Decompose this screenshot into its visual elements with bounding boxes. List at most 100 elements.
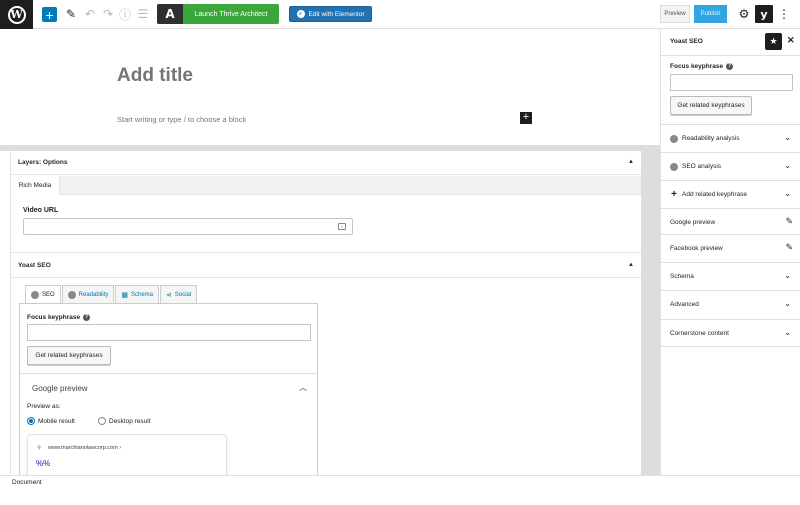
layers-options-title: Layers: Options — [18, 159, 68, 166]
sidebar-item-readability-analysis[interactable]: Readability analysis ⌄ — [661, 124, 800, 152]
radio-unchecked-icon[interactable] — [98, 417, 106, 425]
settings-gear-icon[interactable]: ⚙ — [736, 6, 752, 22]
sidebar-item-label: Facebook preview — [670, 245, 723, 252]
yoast-seo-metabox-header[interactable]: Yoast SEO ▲ — [11, 254, 641, 278]
tab-rich-media[interactable]: Rich Media — [11, 176, 60, 195]
elementor-button-label: Edit with Elementor — [308, 10, 365, 18]
chevron-up-icon[interactable]: ︿ — [299, 382, 307, 393]
scroll-gutter — [641, 151, 660, 475]
metabox-area: Layers: Options ▲ Rich Media Video URL ≡… — [10, 151, 641, 475]
desktop-result-radio[interactable]: Desktop result — [98, 417, 151, 425]
sidebar-focus-keyphrase-text: Focus keyphrase — [670, 63, 724, 71]
sidebar-item-schema[interactable]: Schema ⌄ — [661, 262, 800, 290]
schema-grid-icon: ▦ — [121, 291, 128, 299]
video-url-input[interactable]: ≡ — [23, 218, 353, 235]
outline-list-icon[interactable]: ☰ — [135, 6, 151, 22]
snippet-title: %% — [36, 459, 51, 468]
desktop-result-label: Desktop result — [109, 417, 151, 425]
yoast-tab-bar: SEO Readability ▦ Schema ⋖ Social — [25, 285, 198, 304]
editor-canvas: Add title Start writing or type / to cho… — [0, 29, 654, 145]
info-icon[interactable]: ⓘ — [117, 6, 133, 22]
undo-icon[interactable]: ↶ — [82, 6, 98, 22]
redo-icon[interactable]: ↷ — [100, 6, 116, 22]
block-inserter-button[interactable]: + — [42, 7, 57, 22]
video-url-label: Video URL — [23, 207, 59, 214]
sidebar-item-label: SEO analysis — [682, 163, 722, 170]
chevron-down-icon: ⌄ — [784, 299, 791, 308]
focus-keyphrase-input[interactable] — [27, 324, 311, 341]
sidebar-focus-keyphrase-input[interactable] — [670, 74, 793, 91]
tab-schema-label: Schema — [130, 291, 153, 298]
google-preview-title[interactable]: Google preview — [32, 384, 88, 393]
snippet-url: www.marchianolawcorp.com › — [48, 445, 122, 451]
wordpress-logo-icon[interactable]: W — [0, 0, 33, 29]
yoast-seo-panel: Focus keyphrase? Get related keyphrases … — [19, 303, 318, 475]
tab-seo[interactable]: SEO — [25, 285, 61, 304]
collapse-caret-icon[interactable]: ▲ — [628, 262, 634, 268]
sidebar-get-related-keyphrases-button[interactable]: Get related keyphrases — [670, 96, 752, 115]
sidebar-item-label: Schema — [670, 273, 694, 280]
launch-thrive-architect-button[interactable]: A Launch Thrive Architect — [157, 4, 279, 24]
edit-icon[interactable]: ✎ — [785, 216, 793, 227]
yoast-sidebar: Yoast SEO ★ ✕ Focus keyphrase? Get relat… — [660, 29, 800, 475]
sidebar-item-label: Readability analysis — [682, 135, 740, 142]
block-placeholder[interactable]: Start writing or type / to choose a bloc… — [117, 115, 246, 124]
edit-with-elementor-button[interactable]: e Edit with Elementor — [289, 6, 372, 22]
radio-checked-icon[interactable] — [27, 417, 35, 425]
sidebar-item-label: Add related keyphrase — [682, 191, 748, 198]
preview-button[interactable]: Preview — [660, 5, 690, 23]
readability-score-dot-icon — [670, 134, 678, 143]
help-icon[interactable]: ? — [726, 63, 734, 70]
chevron-down-icon: ⌄ — [784, 133, 791, 142]
sidebar-title: Yoast SEO — [670, 38, 703, 45]
more-options-icon[interactable]: ⋮ — [776, 6, 792, 22]
tab-schema[interactable]: ▦ Schema — [115, 285, 159, 303]
mobile-result-radio[interactable]: Mobile result — [27, 417, 75, 425]
sidebar-item-label: Google preview — [670, 219, 716, 226]
star-pin-icon[interactable]: ★ — [765, 33, 782, 50]
edit-icon[interactable]: ✎ — [785, 242, 793, 253]
mobile-result-label: Mobile result — [38, 417, 75, 425]
sidebar-item-advanced[interactable]: Advanced ⌄ — [661, 290, 800, 318]
breadcrumb-document[interactable]: Document — [12, 479, 42, 486]
tab-social[interactable]: ⋖ Social — [160, 285, 198, 303]
tab-readability[interactable]: Readability — [61, 285, 115, 303]
publish-button[interactable]: Publish — [694, 5, 727, 23]
yoast-sidebar-toggle-icon[interactable]: y — [755, 5, 773, 23]
preview-as-label: Preview as: — [27, 403, 61, 410]
sidebar-item-cornerstone-content[interactable]: Cornerstone content ⌄ — [661, 319, 800, 347]
post-title-input[interactable]: Add title — [117, 65, 193, 87]
close-icon[interactable]: ✕ — [787, 35, 795, 46]
sidebar-item-label: Cornerstone content — [670, 329, 729, 337]
sidebar-item-facebook-preview[interactable]: Facebook preview ✎ — [661, 234, 800, 262]
thrive-logo-icon: A — [157, 4, 183, 24]
add-block-button[interactable]: + — [520, 112, 532, 124]
tab-readability-label: Readability — [78, 291, 109, 298]
share-icon: ⋖ — [166, 291, 172, 299]
editor-footer: Document — [0, 475, 800, 505]
tab-social-label: Social — [174, 291, 192, 298]
sidebar-item-google-preview[interactable]: Google preview ✎ — [661, 208, 800, 236]
editor-toolbar: W + ✎ ↶ ↷ ⓘ ☰ A Launch Thrive Architect … — [0, 0, 800, 29]
chevron-down-icon: ⌄ — [784, 271, 791, 280]
focus-keyphrase-label: Focus keyphrase? — [27, 314, 91, 321]
chevron-down-icon: ⌄ — [784, 328, 791, 337]
google-snippet-preview[interactable]: ⚘ www.marchianolawcorp.com › %% — [27, 434, 227, 475]
seo-score-dot-icon — [31, 291, 39, 299]
edit-pencil-icon[interactable]: ✎ — [63, 6, 79, 22]
yoast-metabox-title: Yoast SEO — [18, 262, 51, 269]
collapse-caret-icon[interactable]: ▲ — [628, 159, 634, 165]
divider — [20, 373, 317, 374]
layers-tab-bar: Rich Media — [11, 176, 641, 195]
divider — [11, 252, 641, 253]
sidebar-item-seo-analysis[interactable]: SEO analysis ⌄ — [661, 152, 800, 180]
sidebar-item-add-related-keyphrase[interactable]: + Add related keyphrase ⌄ — [661, 180, 800, 208]
chevron-down-icon: ⌄ — [784, 189, 791, 198]
get-related-keyphrases-button[interactable]: Get related keyphrases — [27, 346, 111, 365]
media-library-icon[interactable]: ≡ — [338, 223, 346, 230]
elementor-icon: e — [296, 10, 305, 18]
layers-options-header[interactable]: Layers: Options ▲ — [11, 151, 641, 175]
plus-icon: + — [671, 189, 677, 200]
help-icon[interactable]: ? — [83, 314, 91, 321]
favicon-icon: ⚘ — [36, 445, 43, 452]
